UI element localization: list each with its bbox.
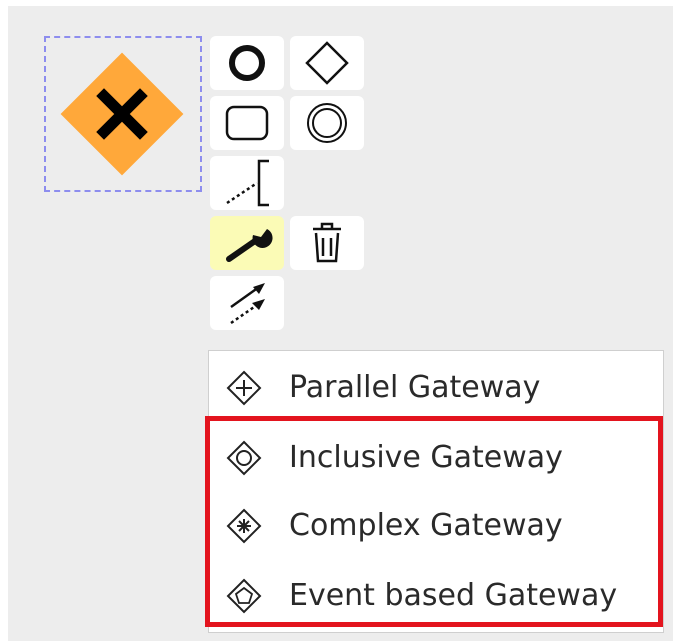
append-text-annotation-button[interactable] <box>210 156 284 210</box>
parallel-gateway-icon <box>226 370 262 406</box>
menu-item-inclusive-gateway[interactable]: Inclusive Gateway <box>209 425 663 491</box>
thick-circle-icon <box>229 45 265 81</box>
event-based-gateway-icon <box>226 578 262 614</box>
menu-item-parallel-gateway[interactable]: Parallel Gateway <box>209 355 663 421</box>
append-task-button[interactable] <box>210 96 284 150</box>
change-type-button[interactable] <box>210 216 284 270</box>
diamond-icon <box>305 41 349 85</box>
append-gateway-button[interactable] <box>290 36 364 90</box>
menu-item-label: Complex Gateway <box>289 508 563 543</box>
inclusive-gateway-icon <box>226 440 262 476</box>
trash-icon <box>313 222 341 263</box>
annotation-icon <box>226 159 269 207</box>
complex-gateway-icon <box>226 508 262 544</box>
wrench-icon <box>226 229 273 262</box>
menu-item-complex-gateway[interactable]: Complex Gateway <box>209 493 663 559</box>
menu-item-label: Inclusive Gateway <box>289 440 563 475</box>
rounded-rect-icon <box>225 105 269 141</box>
exclusive-gateway[interactable] <box>52 44 192 184</box>
append-end-event-button[interactable] <box>210 36 284 90</box>
double-circle-icon <box>307 103 347 143</box>
menu-item-label: Parallel Gateway <box>289 370 541 405</box>
replace-gateway-menu: Parallel Gateway Inclusive Gateway Compl… <box>208 350 664 633</box>
menu-item-event-based-gateway[interactable]: Event based Gateway <box>209 563 663 629</box>
connect-arrows-icon <box>230 283 265 325</box>
delete-button[interactable] <box>290 216 364 270</box>
append-intermediate-event-button[interactable] <box>290 96 364 150</box>
connect-button[interactable] <box>210 276 284 330</box>
menu-item-label: Event based Gateway <box>289 578 618 613</box>
